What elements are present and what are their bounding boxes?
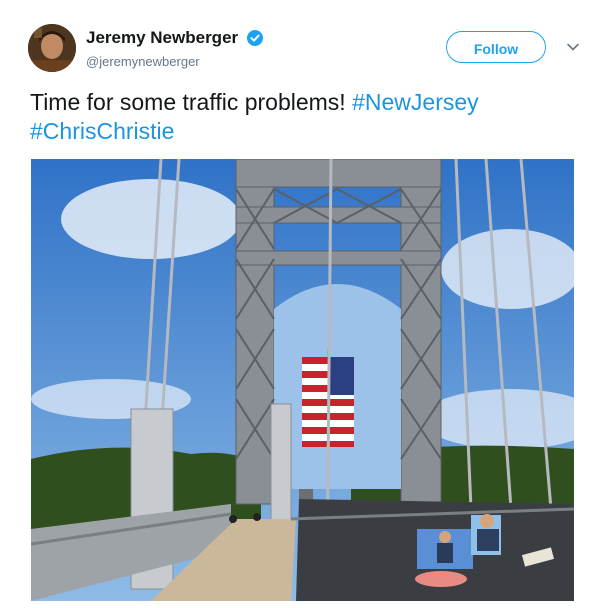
tweet-header: Jeremy Newberger @jeremynewberger Follow [28,22,580,74]
tweet-photo[interactable] [31,159,574,601]
avatar[interactable] [28,24,76,72]
hashtag-link[interactable]: #ChrisChristie [30,118,174,144]
user-handle[interactable]: @jeremynewberger [86,54,263,69]
hashtag-link[interactable]: #NewJersey [352,89,479,115]
follow-button[interactable]: Follow [446,31,546,63]
tweet-text: Time for some traffic problems! #NewJers… [30,88,575,146]
chevron-down-icon[interactable] [566,40,580,54]
tweet-body: Time for some traffic problems! [30,89,346,115]
display-name[interactable]: Jeremy Newberger [86,28,238,48]
verified-badge-icon [246,30,263,46]
